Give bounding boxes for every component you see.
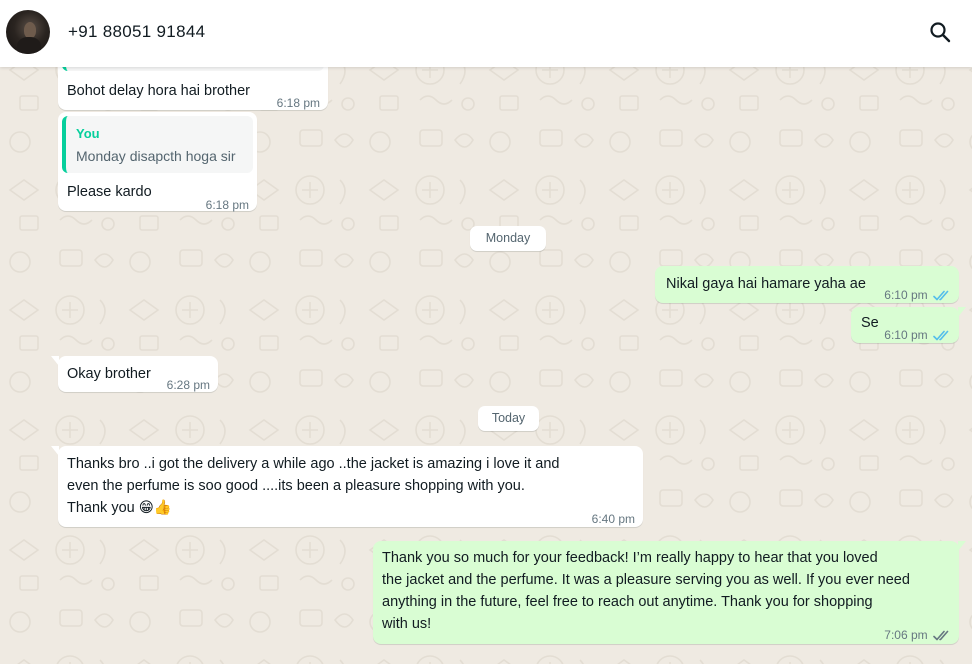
incoming-message[interactable]: Okay brother 6:28 pm (51, 356, 218, 392)
search-icon[interactable] (928, 20, 952, 44)
message-time: 6:18 pm (276, 96, 320, 110)
message-time: 6:18 pm (205, 198, 249, 212)
read-receipt-icon (933, 330, 949, 341)
message-text-line: anything in the future, feel free to rea… (382, 594, 873, 610)
read-receipt-icon (933, 290, 949, 301)
message-text-line: the jacket and the perfume. It was a ple… (382, 572, 910, 588)
message-time: 6:28 pm (166, 378, 210, 392)
incoming-message[interactable]: Thanks bro ..i got the delivery a while … (51, 446, 643, 527)
date-divider: Monday (470, 226, 546, 251)
message-text-line: Thanks bro ..i got the delivery a while … (67, 456, 560, 472)
date-divider: Today (478, 406, 539, 431)
quote-text: Monday disapcth hoga sir (76, 148, 236, 164)
quote-author: You (76, 126, 100, 141)
message-text-line: with us! (382, 616, 432, 632)
outgoing-message[interactable]: Thank you so much for your feedback! I’m… (373, 541, 966, 646)
message-text: Nikal gaya hai hamare yaha ae (666, 276, 866, 292)
quoted-message[interactable]: You Monday disapcth hoga sir (62, 116, 253, 173)
message-text: Bohot delay hora hai brother (67, 83, 250, 99)
message-text-line: Thank you so much for your feedback! I’m… (382, 550, 878, 566)
message-time: 6:10 pm (884, 284, 951, 306)
outgoing-message[interactable]: Nikal gaya hai hamare yaha ae 6:10 pm (655, 266, 959, 303)
incoming-message[interactable]: You Monday disapcth hoga sir Please kard… (58, 112, 257, 212)
chat-header: +91 88051 91844 (0, 0, 972, 67)
delivered-receipt-icon (933, 630, 949, 641)
outgoing-message[interactable]: Se 6:10 pm (851, 307, 966, 346)
message-time: 6:40 pm (591, 512, 635, 526)
message-text: Se (861, 315, 879, 331)
contact-name[interactable]: +91 88051 91844 (68, 22, 205, 40)
message-text-line: Thank you 😁👍 (67, 500, 172, 516)
message-time: 7:06 pm (884, 624, 951, 646)
message-text-line: even the perfume is soo good ....its bee… (67, 478, 525, 494)
message-text: Okay brother (67, 366, 151, 382)
message-text: Please kardo (67, 184, 152, 200)
avatar[interactable] (6, 10, 50, 54)
message-time: 6:10 pm (884, 324, 951, 346)
